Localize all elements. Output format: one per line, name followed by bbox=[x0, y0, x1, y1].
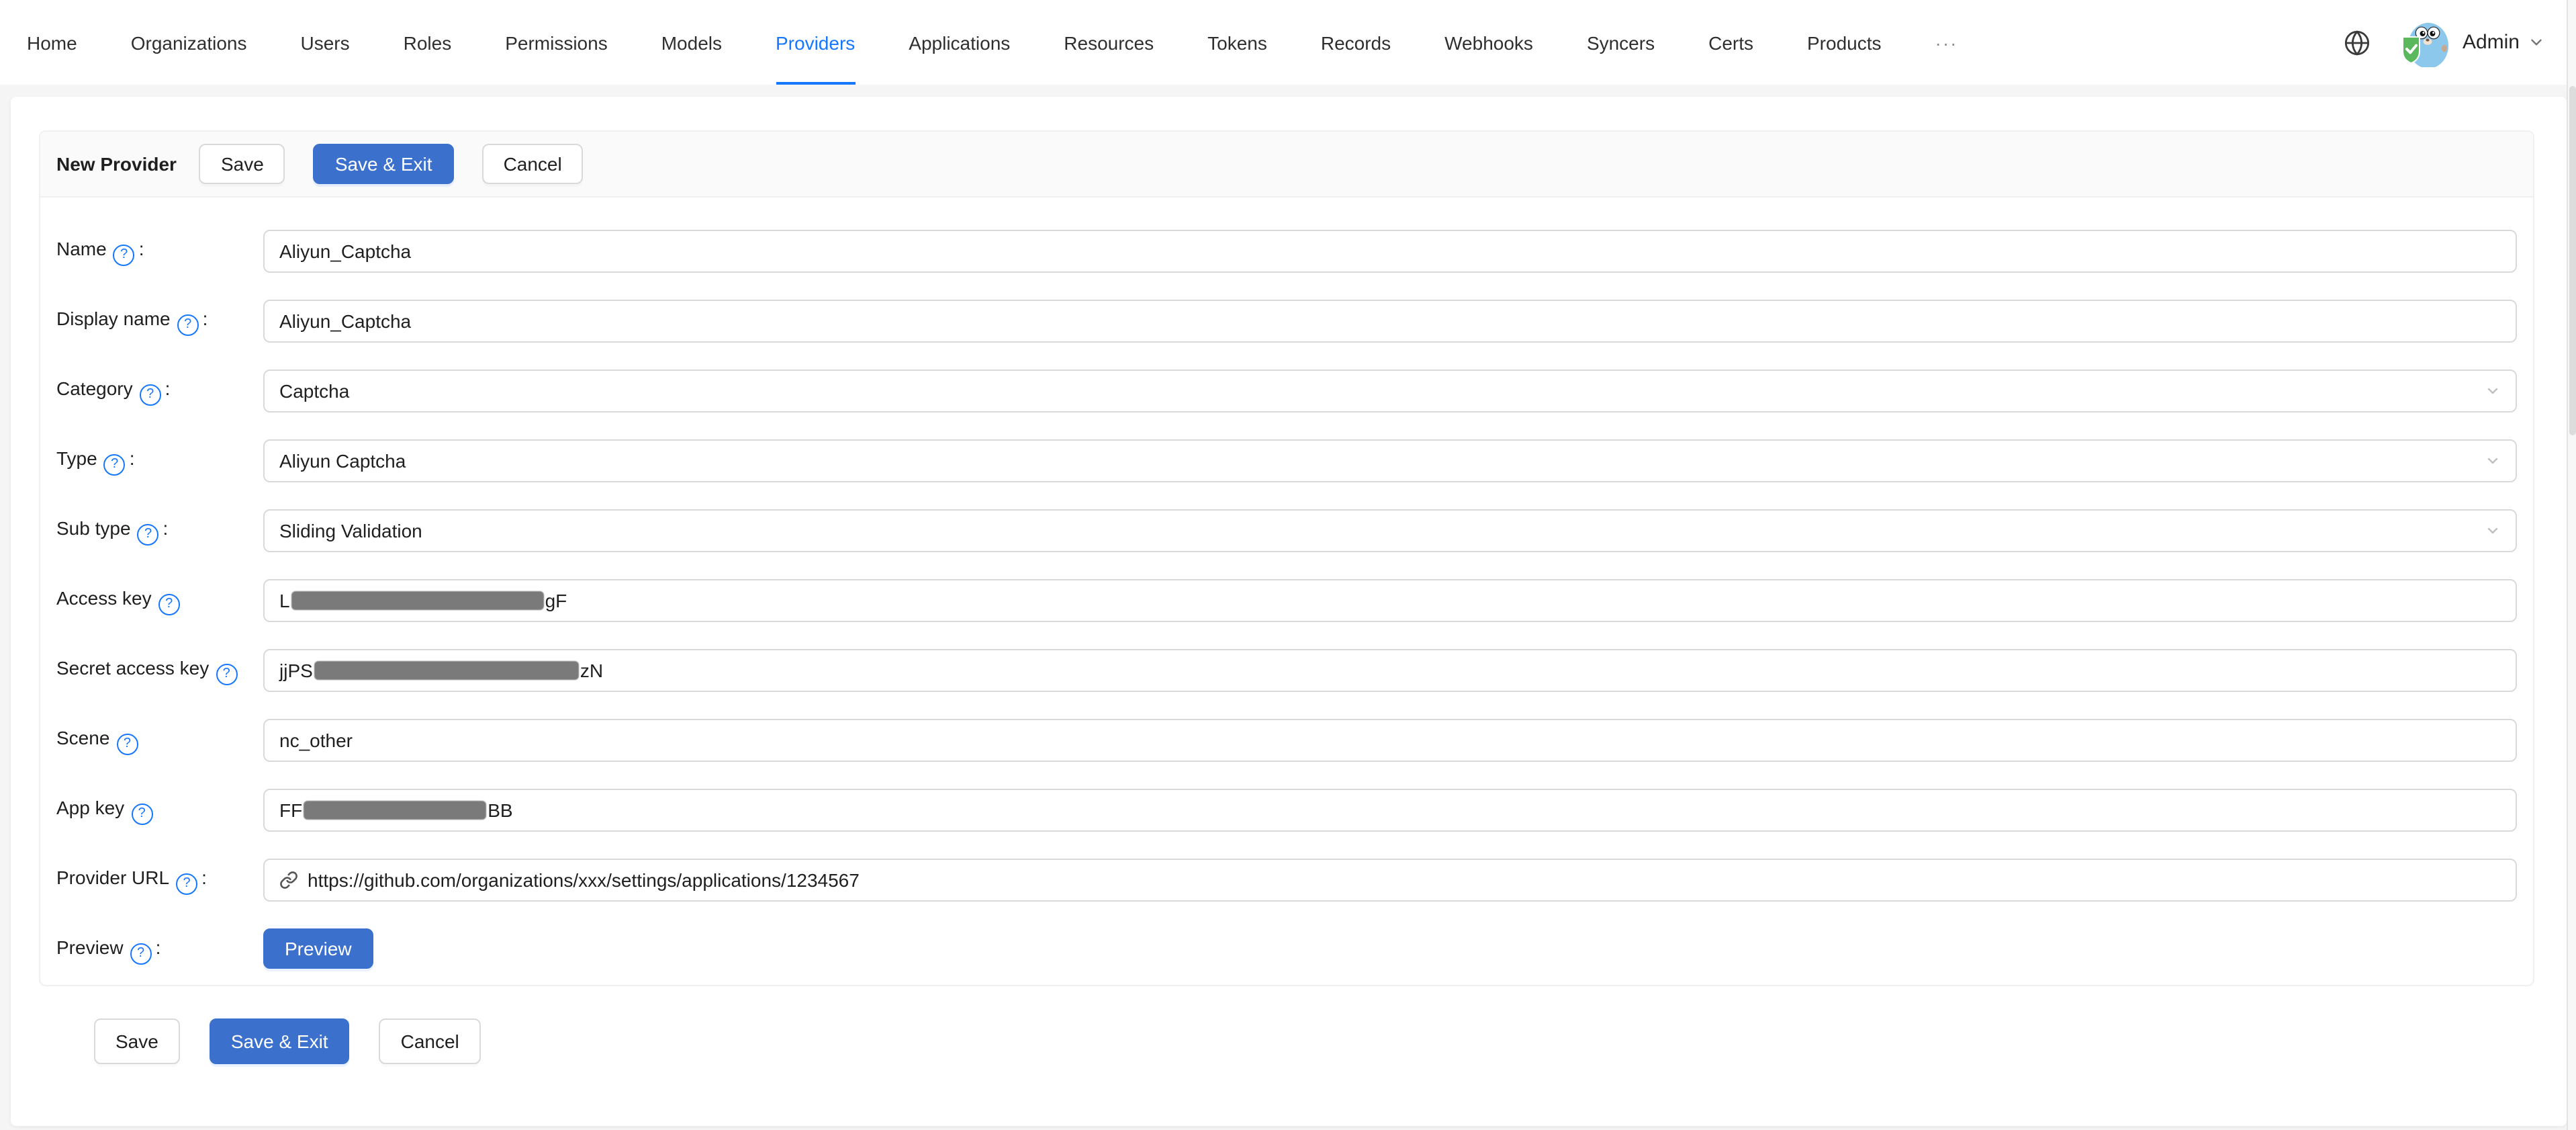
field-label: Provider URL bbox=[56, 867, 169, 888]
app-key-input[interactable]: FFBB bbox=[263, 789, 2517, 832]
help-icon[interactable]: ? bbox=[158, 594, 180, 615]
help-icon[interactable]: ? bbox=[216, 664, 237, 685]
footer-save-button[interactable]: Save bbox=[94, 1018, 180, 1064]
nav-item-users[interactable]: Users bbox=[274, 0, 377, 85]
provider-url-input[interactable]: https://github.com/organizations/xxx/set… bbox=[263, 859, 2517, 902]
form-row-sub-type: Sub type?: Sliding Validation bbox=[56, 509, 2517, 552]
help-icon[interactable]: ? bbox=[177, 314, 199, 336]
chevron-down-icon bbox=[2485, 453, 2501, 469]
header-save-button[interactable]: Save bbox=[199, 144, 285, 184]
name-input[interactable] bbox=[263, 230, 2517, 273]
select-value: Aliyun Captcha bbox=[279, 450, 406, 472]
content-card: New Provider Save Save & Exit Cancel Nam… bbox=[11, 97, 2567, 1126]
scrollbar-track[interactable] bbox=[2567, 0, 2576, 1130]
help-icon[interactable]: ? bbox=[176, 873, 197, 895]
form-row-app-key: App key? FFBB bbox=[56, 789, 2517, 832]
nav-item-products[interactable]: Products bbox=[1780, 0, 1908, 85]
nav-item-roles[interactable]: Roles bbox=[377, 0, 479, 85]
header-cancel-button[interactable]: Cancel bbox=[482, 144, 584, 184]
form-row-access-key: Access key? LgF bbox=[56, 579, 2517, 622]
help-icon[interactable]: ? bbox=[130, 943, 152, 965]
nav-item-more[interactable]: ··· bbox=[1908, 0, 1985, 85]
user-menu-label[interactable]: Admin bbox=[2463, 31, 2520, 54]
main-menu: HomeOrganizationsUsersRolesPermissionsMo… bbox=[0, 0, 1985, 85]
field-label: Display name bbox=[56, 308, 171, 329]
help-icon[interactable]: ? bbox=[138, 524, 159, 546]
select-value: Sliding Validation bbox=[279, 520, 422, 541]
sub-type-select[interactable]: Sliding Validation bbox=[263, 509, 2517, 552]
footer-cancel-button[interactable]: Cancel bbox=[379, 1018, 481, 1064]
nav-item-permissions[interactable]: Permissions bbox=[478, 0, 635, 85]
new-provider-panel: New Provider Save Save & Exit Cancel Nam… bbox=[39, 130, 2534, 986]
nav-item-models[interactable]: Models bbox=[635, 0, 749, 85]
top-nav: HomeOrganizationsUsersRolesPermissionsMo… bbox=[0, 0, 2567, 85]
nav-item-home[interactable]: Home bbox=[0, 0, 104, 85]
field-label: Scene bbox=[56, 727, 109, 748]
field-label: Type bbox=[56, 447, 97, 469]
preview-button[interactable]: Preview bbox=[263, 928, 373, 969]
nav-item-webhooks[interactable]: Webhooks bbox=[1418, 0, 1560, 85]
nav-item-certs[interactable]: Certs bbox=[1682, 0, 1780, 85]
field-label: Sub type bbox=[56, 517, 131, 539]
scrollbar-thumb[interactable] bbox=[2569, 86, 2576, 435]
form-row-scene: Scene? bbox=[56, 719, 2517, 762]
help-icon[interactable]: ? bbox=[131, 803, 152, 825]
help-icon[interactable]: ? bbox=[116, 734, 138, 755]
chevron-down-icon[interactable] bbox=[2528, 34, 2545, 51]
panel-header: New Provider Save Save & Exit Cancel bbox=[40, 132, 2533, 198]
display-name-input[interactable] bbox=[263, 300, 2517, 343]
nav-item-organizations[interactable]: Organizations bbox=[104, 0, 274, 85]
field-label: Preview bbox=[56, 937, 124, 958]
nav-item-tokens[interactable]: Tokens bbox=[1181, 0, 1294, 85]
nav-item-providers[interactable]: Providers bbox=[749, 0, 882, 85]
link-icon bbox=[279, 871, 298, 889]
nav-item-resources[interactable]: Resources bbox=[1037, 0, 1181, 85]
form-row-secret-access-key: Secret access key? jjPSzN bbox=[56, 649, 2517, 692]
language-globe-icon[interactable] bbox=[2344, 29, 2371, 56]
chevron-down-icon bbox=[2485, 383, 2501, 399]
help-icon[interactable]: ? bbox=[113, 245, 135, 266]
field-label: Secret access key bbox=[56, 657, 209, 679]
form-row-preview: Preview?: Preview bbox=[56, 928, 2517, 969]
help-icon[interactable]: ? bbox=[104, 454, 126, 476]
access-key-input[interactable]: LgF bbox=[263, 579, 2517, 622]
form-row-category: Category?: Captcha bbox=[56, 370, 2517, 412]
redaction-bar bbox=[304, 801, 486, 820]
casdoor-app: HomeOrganizationsUsersRolesPermissionsMo… bbox=[0, 0, 2576, 1130]
footer-actions: Save Save & Exit Cancel bbox=[94, 1018, 2567, 1064]
secret-access-key-input[interactable]: jjPSzN bbox=[263, 649, 2517, 692]
type-select[interactable]: Aliyun Captcha bbox=[263, 439, 2517, 482]
form-row-name: Name?: bbox=[56, 230, 2517, 273]
help-icon[interactable]: ? bbox=[140, 384, 161, 406]
form-row-provider-url: Provider URL?: https://github.com/organi… bbox=[56, 859, 2517, 902]
provider-url-value: https://github.com/organizations/xxx/set… bbox=[308, 869, 860, 891]
redaction-bar bbox=[291, 591, 544, 610]
select-value: Captcha bbox=[279, 380, 349, 402]
scene-input[interactable] bbox=[263, 719, 2517, 762]
nav-item-applications[interactable]: Applications bbox=[882, 0, 1037, 85]
field-label: Access key bbox=[56, 587, 152, 609]
field-label: App key bbox=[56, 797, 124, 818]
footer-save-exit-button[interactable]: Save & Exit bbox=[210, 1018, 350, 1064]
field-label: Category bbox=[56, 378, 133, 399]
form-row-display-name: Display name?: bbox=[56, 300, 2517, 343]
page-title: New Provider bbox=[56, 153, 177, 175]
avatar[interactable] bbox=[2401, 18, 2449, 67]
panel-body: Name?: Display name?: bbox=[40, 198, 2533, 985]
field-label: Name bbox=[56, 238, 107, 259]
nav-right: Admin bbox=[2344, 18, 2567, 67]
header-save-exit-button[interactable]: Save & Exit bbox=[314, 144, 454, 184]
form-row-type: Type?: Aliyun Captcha bbox=[56, 439, 2517, 482]
nav-item-records[interactable]: Records bbox=[1294, 0, 1418, 85]
category-select[interactable]: Captcha bbox=[263, 370, 2517, 412]
redaction-bar bbox=[314, 661, 579, 680]
nav-item-syncers[interactable]: Syncers bbox=[1560, 0, 1682, 85]
chevron-down-icon bbox=[2485, 523, 2501, 539]
